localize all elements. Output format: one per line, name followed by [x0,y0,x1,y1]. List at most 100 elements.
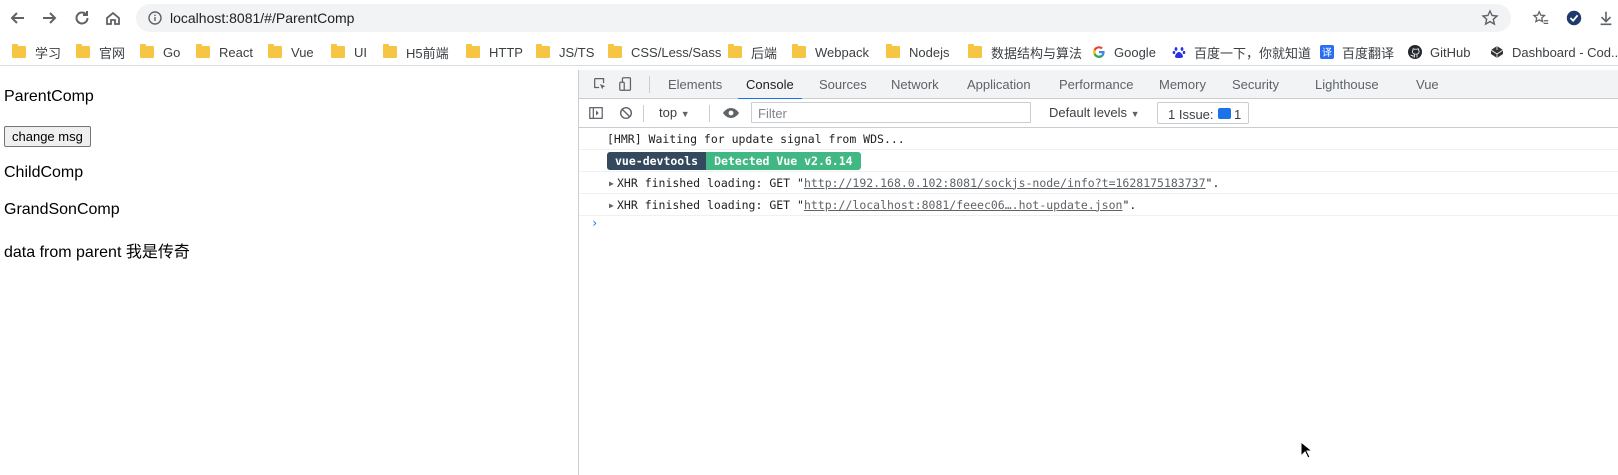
prompt-chevron-icon: › [591,216,599,230]
bookmark-item[interactable]: Google [1092,44,1156,60]
expand-triangle-icon[interactable]: ▶ [609,201,614,210]
bookmark-item[interactable]: GitHub [1408,44,1470,60]
issues-count: 1 [1234,107,1242,122]
change-msg-button[interactable]: change msg [4,126,91,147]
tab-performance[interactable]: Performance [1059,77,1133,92]
bookmark-label: Go [163,44,181,60]
translate-icon: 译 [1320,45,1334,59]
bookmark-label: CSS/Less/Sass [631,44,722,60]
github-icon [1408,45,1422,59]
svg-text:译: 译 [1322,47,1332,59]
star-list-icon [1532,10,1549,25]
context-label: top [659,105,678,120]
bookmark-label: 学习 [35,45,62,61]
separator [709,105,710,122]
expand-triangle-icon[interactable]: ▶ [609,179,614,188]
issues-button[interactable]: 1 Issue: 1 [1157,102,1249,124]
reading-list-button[interactable] [1531,8,1551,28]
console-message[interactable]: ▶ XHR finished loading: GET " http://loca… [579,194,1618,216]
mouse-cursor-icon [1300,441,1314,459]
bookmark-item[interactable]: 译 百度翻译 [1320,44,1394,61]
log-levels-dropdown[interactable]: Default levels ▼ [1049,105,1140,120]
bookmark-item[interactable]: 官网 [76,44,125,61]
bookmarks-bar: 学习 官网 Go React Vue UI H5前端 HTTP JS/TS CS… [0,38,1618,66]
separator [649,76,650,93]
home-button[interactable] [101,6,125,30]
context-selector[interactable]: top ▼ [659,105,690,120]
bookmark-item[interactable]: Webpack [792,44,869,60]
issue-message-icon [1218,108,1231,119]
reload-button[interactable] [70,6,94,30]
bookmark-star-icon[interactable] [1481,9,1499,27]
bookmark-label: 数据结构与算法 [991,45,1083,61]
device-toolbar-icon[interactable] [617,75,635,93]
bookmark-label: H5前端 [406,45,449,61]
vue-version-badge: Detected Vue v2.6.14 [706,151,861,170]
google-icon [1092,45,1106,59]
live-expression-eye-icon[interactable] [722,104,740,122]
tab-console[interactable]: Console [738,77,802,100]
folder-icon [466,44,480,58]
bookmark-item[interactable]: 数据结构与算法 [968,44,1083,61]
info-icon[interactable] [148,11,162,25]
bookmark-item[interactable]: React [196,44,253,60]
parent-comp-title: ParentComp [4,88,94,105]
bookmark-item[interactable]: Vue [268,44,314,60]
console-message[interactable]: ▶ XHR finished loading: GET " http://192.… [579,172,1618,194]
console-message-text: ". [1122,197,1137,212]
bookmark-item[interactable]: HTTP [466,44,523,60]
tab-vue[interactable]: Vue [1416,77,1439,92]
folder-icon [608,44,622,58]
bookmark-item[interactable]: H5前端 [383,44,449,61]
log-levels-label: Default levels [1049,105,1128,120]
tab-lighthouse[interactable]: Lighthouse [1315,77,1379,92]
download-button[interactable] [1596,8,1616,28]
sidebar-toggle-icon[interactable] [587,104,605,122]
bookmark-item[interactable]: 后端 [728,44,778,61]
check-circle-icon [1566,10,1582,26]
inspect-element-icon[interactable] [591,75,609,93]
bookmark-item[interactable]: Dashboard - Cod... [1490,44,1618,60]
tab-application[interactable]: Application [967,77,1031,92]
bookmark-item[interactable]: CSS/Less/Sass [608,44,721,60]
url-text[interactable]: localhost:8081/#/ParentComp [170,10,354,26]
console-toolbar: top ▼ Filter Default levels ▼ 1 Issue: 1 [579,99,1618,128]
bookmark-label: 后端 [751,45,778,61]
console-filter-input[interactable]: Filter [751,102,1031,123]
clear-console-icon[interactable] [617,104,635,122]
console-message-text: ". [1205,175,1220,190]
console-prompt[interactable]: › [579,216,1618,236]
console-message-text: XHR finished loading: GET " [617,197,804,212]
xhr-link[interactable]: http://192.168.0.102:8081/sockjs-node/in… [804,176,1206,190]
bookmark-label: Vue [291,44,314,60]
bookmark-item[interactable]: UI [331,44,367,60]
back-button[interactable] [6,6,30,30]
reload-icon [75,11,89,25]
folder-icon [383,44,397,58]
console-message-text: [HMR] Waiting for update signal from WDS… [607,131,905,146]
bookmark-item[interactable]: 百度一下，你就知道 [1172,44,1312,61]
vue-devtools-badge: vue-devtools [607,151,707,170]
home-icon [106,11,120,25]
tab-network[interactable]: Network [891,77,939,92]
bookmark-label: 百度一下，你就知道 [1194,45,1312,61]
browser-toolbar: localhost:8081/#/ParentComp [0,0,1618,36]
child-comp-title: ChildComp [4,164,84,181]
forward-button[interactable] [37,6,61,30]
tab-memory[interactable]: Memory [1159,77,1206,92]
page-content: ParentComp change msg ChildComp GrandSon… [0,70,578,475]
tab-sources[interactable]: Sources [819,77,867,92]
folder-icon [76,44,90,58]
bookmark-item[interactable]: Go [140,44,180,60]
xhr-link[interactable]: http://localhost:8081/feeec06….hot-updat… [804,198,1123,212]
tab-elements[interactable]: Elements [668,77,722,92]
folder-icon [140,44,154,58]
bookmark-item[interactable]: Nodejs [886,44,949,60]
tab-security[interactable]: Security [1232,77,1279,92]
address-bar[interactable]: localhost:8081/#/ParentComp [136,4,1511,32]
folder-icon [728,44,742,58]
bookmark-item[interactable]: 学习 [12,44,62,61]
bookmark-item[interactable]: JS/TS [536,44,594,60]
extension-check-button[interactable] [1564,8,1584,28]
grandson-comp-title: GrandSonComp [4,201,120,218]
